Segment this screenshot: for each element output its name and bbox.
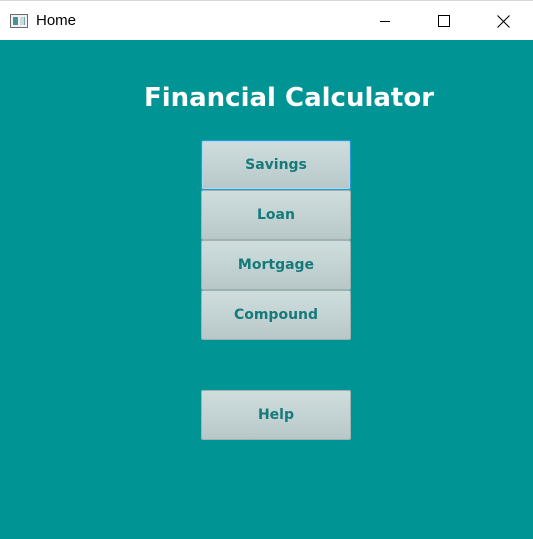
window-title: Home (36, 12, 77, 29)
loan-button[interactable]: Loan (201, 190, 351, 240)
close-icon (496, 14, 510, 28)
compound-button[interactable]: Compound (201, 290, 351, 340)
page-title: Financial Calculator (143, 83, 435, 113)
close-button[interactable] (480, 2, 526, 40)
application-window: Home Financial Calculator Savings Loan M… (0, 0, 533, 539)
main-panel: Financial Calculator Savings Loan Mortga… (0, 40, 533, 539)
maximize-button[interactable] (421, 2, 467, 40)
minimize-icon (379, 15, 391, 27)
mortgage-button[interactable]: Mortgage (201, 240, 351, 290)
title-bar[interactable]: Home (0, 0, 533, 40)
savings-button[interactable]: Savings (201, 140, 351, 190)
help-button[interactable]: Help (201, 390, 351, 440)
app-icon (10, 14, 28, 28)
minimize-button[interactable] (362, 2, 408, 40)
maximize-icon (438, 15, 450, 27)
